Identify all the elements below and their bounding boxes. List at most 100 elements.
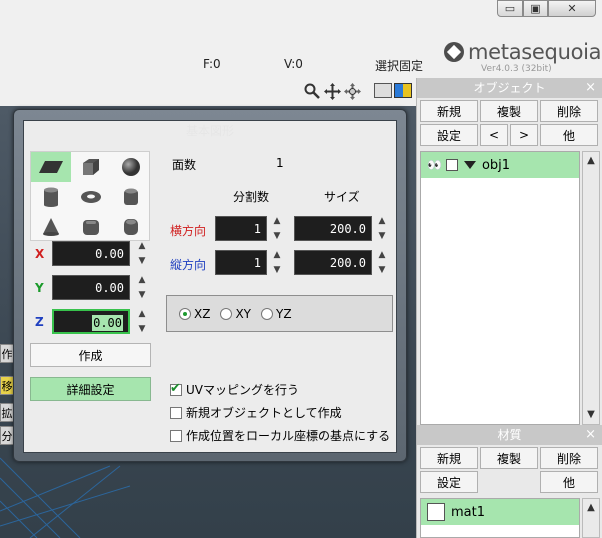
- radio-yz[interactable]: YZ: [261, 307, 292, 321]
- shape-plane[interactable]: [31, 152, 71, 182]
- uv-mapping-option[interactable]: UVマッピングを行う: [170, 381, 299, 398]
- spin-down-icon[interactable]: ▼: [139, 324, 146, 334]
- object-panel-title: オブジェクト ×: [417, 78, 602, 98]
- expand-triangle-icon[interactable]: [463, 161, 476, 169]
- shape-cylinder[interactable]: [31, 182, 71, 212]
- new-object-checkbox[interactable]: [170, 406, 182, 419]
- spin-up-icon[interactable]: ▲: [274, 250, 281, 260]
- object-panel: オブジェクト × 新規 複製 削除 設定 < > 他 👀 obj1 ▲ ▼: [416, 78, 602, 428]
- material-delete-button[interactable]: 削除: [540, 447, 598, 469]
- vertical-size-field[interactable]: 200.0: [294, 250, 372, 275]
- object-panel-close-icon[interactable]: ×: [585, 78, 596, 98]
- object-other-button[interactable]: 他: [540, 124, 598, 146]
- spin-down-icon[interactable]: ▼: [379, 265, 386, 275]
- vertical-size-spinner[interactable]: ▲ ▼: [375, 250, 389, 275]
- detail-settings-button[interactable]: 詳細設定: [30, 377, 151, 401]
- spin-down-icon[interactable]: ▼: [274, 231, 281, 241]
- material-panel: 材質 × 新規 複製 削除 設定 他 mat1 ▲: [416, 425, 602, 538]
- object-next-button[interactable]: >: [510, 124, 538, 146]
- selection-lock-toggle[interactable]: 選択固定: [375, 57, 423, 74]
- shape-rounded-cube[interactable]: [71, 212, 111, 242]
- x-spinner[interactable]: ▲ ▼: [135, 241, 149, 266]
- scroll-track[interactable]: [583, 168, 599, 406]
- vertical-divisions-spinner[interactable]: ▲ ▼: [270, 250, 284, 275]
- spin-down-icon[interactable]: ▼: [274, 265, 281, 275]
- material-duplicate-button[interactable]: 複製: [480, 447, 538, 469]
- lock-checkbox[interactable]: [445, 159, 458, 171]
- shape-cone[interactable]: [31, 212, 71, 242]
- shape-torus[interactable]: [71, 182, 111, 212]
- spin-up-icon[interactable]: ▲: [139, 241, 146, 251]
- rotate-icon[interactable]: [343, 82, 361, 100]
- horizontal-divisions-spinner[interactable]: ▲ ▼: [270, 216, 284, 241]
- horizontal-size-spinner[interactable]: ▲ ▼: [375, 216, 389, 241]
- material-list-item[interactable]: mat1: [421, 499, 579, 525]
- z-field[interactable]: 0.00: [52, 309, 130, 334]
- side-tab-move[interactable]: 移: [0, 376, 14, 395]
- radio-xy[interactable]: XY: [220, 307, 251, 321]
- pan-icon[interactable]: [323, 82, 341, 100]
- vertical-divisions-field[interactable]: 1: [215, 250, 267, 275]
- close-window-button[interactable]: ✕: [548, 0, 596, 17]
- vertical-label: 縦方向: [170, 258, 207, 272]
- object-buttons-row2: 設定 < > 他: [417, 122, 602, 146]
- face-count-status: F:0: [203, 57, 221, 71]
- spin-up-icon[interactable]: ▲: [274, 216, 281, 226]
- side-tab-create[interactable]: 作: [0, 344, 14, 363]
- material-name: mat1: [451, 504, 485, 520]
- grid-display-icon[interactable]: [374, 83, 392, 98]
- x-field[interactable]: 0.00: [52, 241, 130, 266]
- side-tab-divide[interactable]: 分: [0, 426, 14, 445]
- scroll-up-icon[interactable]: ▲: [583, 152, 599, 168]
- material-settings-button[interactable]: 設定: [420, 471, 478, 493]
- spin-up-icon[interactable]: ▲: [379, 250, 386, 260]
- object-prev-button[interactable]: <: [480, 124, 508, 146]
- spin-down-icon[interactable]: ▼: [379, 231, 386, 241]
- radio-dot-icon[interactable]: [179, 307, 191, 320]
- material-color-swatch[interactable]: [427, 503, 445, 521]
- object-delete-button[interactable]: 削除: [540, 100, 598, 122]
- maximize-button[interactable]: ▣: [523, 0, 548, 17]
- shape-capsule[interactable]: [111, 212, 151, 242]
- visibility-eye-icon[interactable]: 👀: [427, 158, 442, 172]
- spin-up-icon[interactable]: ▲: [379, 216, 386, 226]
- radio-dot-icon[interactable]: [261, 307, 274, 320]
- create-button[interactable]: 作成: [30, 343, 151, 367]
- new-object-option[interactable]: 新規オブジェクトとして作成: [170, 404, 342, 421]
- spin-down-icon[interactable]: ▼: [139, 256, 146, 266]
- uv-mapping-checkbox[interactable]: [170, 381, 182, 396]
- local-origin-label: 作成位置をローカル座標の基点にする: [186, 429, 391, 443]
- zoom-icon[interactable]: [303, 82, 321, 100]
- horizontal-size-field[interactable]: 200.0: [294, 216, 372, 241]
- z-spinner[interactable]: ▲ ▼: [135, 309, 149, 334]
- color-display-icon[interactable]: [394, 83, 412, 98]
- shape-rounded-cylinder[interactable]: [111, 182, 151, 212]
- local-origin-checkbox[interactable]: [170, 429, 182, 442]
- horizontal-divisions-field[interactable]: 1: [215, 216, 267, 241]
- minimize-button[interactable]: ▭: [497, 0, 523, 17]
- object-list-scrollbar[interactable]: ▲ ▼: [582, 151, 600, 425]
- y-spinner[interactable]: ▲ ▼: [135, 275, 149, 300]
- shape-cube[interactable]: [71, 152, 111, 182]
- scroll-down-icon[interactable]: ▼: [583, 406, 599, 422]
- object-list-item[interactable]: 👀 obj1: [421, 152, 579, 178]
- spin-up-icon[interactable]: ▲: [139, 309, 146, 319]
- material-scroll-up-icon[interactable]: ▲: [583, 499, 599, 515]
- material-panel-title-text: 材質: [497, 428, 522, 442]
- local-origin-option[interactable]: 作成位置をローカル座標の基点にする: [170, 427, 390, 444]
- material-list-scrollbar[interactable]: ▲: [582, 498, 600, 538]
- y-field[interactable]: 0.00: [52, 275, 130, 300]
- radio-xz[interactable]: XZ: [179, 307, 210, 321]
- material-other-button[interactable]: 他: [540, 471, 598, 493]
- spin-down-icon[interactable]: ▼: [139, 290, 146, 300]
- object-new-button[interactable]: 新規: [420, 100, 478, 122]
- dialog-body: X 0.00 ▲ ▼ Y 0.00 ▲ ▼ Z 0.00 ▲ ▼ 作成 詳細設定 面数…: [23, 120, 397, 453]
- spin-up-icon[interactable]: ▲: [139, 275, 146, 285]
- side-tab-scale[interactable]: 拡: [0, 403, 14, 422]
- object-duplicate-button[interactable]: 複製: [480, 100, 538, 122]
- material-new-button[interactable]: 新規: [420, 447, 478, 469]
- shape-sphere[interactable]: [111, 152, 151, 182]
- object-settings-button[interactable]: 設定: [420, 124, 478, 146]
- radio-dot-icon[interactable]: [220, 307, 233, 320]
- material-panel-close-icon[interactable]: ×: [585, 425, 596, 445]
